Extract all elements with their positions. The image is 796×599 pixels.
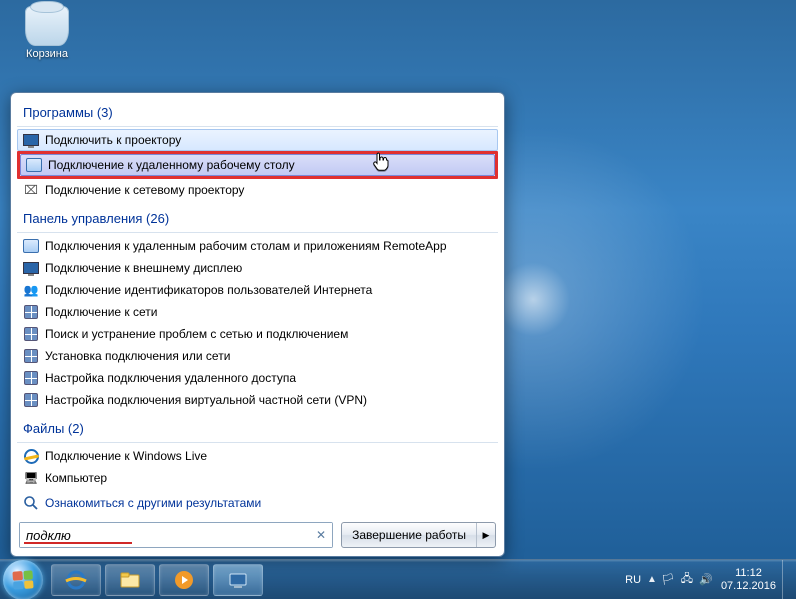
system-tray: RU ▲ 🏳 🖧 🔊 11:12 07.12.2016	[625, 560, 796, 599]
taskbar-app-ie[interactable]	[51, 564, 101, 596]
result-item-dialup[interactable]: Настройка подключения удаленного доступа	[17, 367, 498, 389]
result-item-connect-network[interactable]: Подключение к сети	[17, 301, 498, 323]
result-label: Подключение к удаленному рабочему столу	[48, 158, 295, 172]
external-display-icon	[23, 260, 39, 276]
result-label: Установка подключения или сети	[45, 349, 230, 363]
see-more-label: Ознакомиться с другими результатами	[45, 496, 261, 510]
taskbar-app-wmp[interactable]	[159, 564, 209, 596]
result-item-remoteapp[interactable]: Подключения к удаленным рабочим столам и…	[17, 235, 498, 257]
result-label: Подключение идентификаторов пользователе…	[45, 283, 372, 297]
clock-date: 07.12.2016	[721, 580, 776, 593]
tray-icons-group: 🏳 🖧 🔊	[661, 573, 713, 587]
result-item-computer[interactable]: 🖥 Компьютер	[17, 467, 498, 489]
volume-tray-icon[interactable]: 🔊	[699, 573, 713, 587]
taskbar-app-explorer[interactable]	[105, 564, 155, 596]
result-label: Поиск и устранение проблем с сетью и под…	[45, 327, 348, 341]
group-header-control-panel: Панель управления (26)	[17, 207, 498, 233]
start-menu-panel: Программы (3) Подключить к проектору Под…	[10, 92, 505, 557]
taskbar: RU ▲ 🏳 🖧 🔊 11:12 07.12.2016	[0, 559, 796, 599]
setup-network-icon	[23, 348, 39, 364]
group-header-programs: Программы (3)	[17, 101, 498, 127]
result-item-network-troubleshoot[interactable]: Поиск и устранение проблем с сетью и под…	[17, 323, 498, 345]
vpn-icon	[23, 392, 39, 408]
result-item-remote-desktop[interactable]: Подключение к удаленному рабочему столу	[20, 154, 495, 176]
result-item-network-projector[interactable]: ⌧ Подключение к сетевому проектору	[17, 179, 498, 201]
recycle-bin-icon	[25, 6, 69, 46]
show-desktop-button[interactable]	[782, 560, 792, 599]
network-projector-icon: ⌧	[23, 182, 39, 198]
recycle-bin-desktop-icon[interactable]: Корзина	[16, 6, 78, 60]
start-menu-bottom-bar: ✕ Завершение работы ▶	[15, 516, 500, 552]
shutdown-split-button[interactable]: Завершение работы ▶	[341, 522, 496, 548]
result-label: Подключение к сетевому проектору	[45, 183, 244, 197]
result-item-internet-ids[interactable]: 👥 Подключение идентификаторов пользовате…	[17, 279, 498, 301]
annotation-highlight-box: Подключение к удаленному рабочему столу	[17, 151, 498, 179]
recycle-bin-label: Корзина	[16, 48, 78, 60]
taskbar-app-running[interactable]	[213, 564, 263, 596]
result-item-vpn[interactable]: Настройка подключения виртуальной частно…	[17, 389, 498, 411]
result-label: Настройка подключения удаленного доступа	[45, 371, 296, 385]
annotation-search-underline	[24, 542, 132, 544]
search-icon	[23, 495, 39, 511]
network-tray-icon[interactable]: 🖧	[680, 573, 694, 587]
group-header-files: Файлы (2)	[17, 417, 498, 443]
result-label: Подключения к удаленным рабочим столам и…	[45, 239, 447, 253]
computer-icon: 🖥	[23, 470, 39, 486]
tray-overflow-icon[interactable]: ▲	[647, 574, 657, 585]
clear-search-icon[interactable]: ✕	[316, 528, 326, 542]
ie-icon	[23, 448, 39, 464]
result-label: Компьютер	[45, 471, 107, 485]
network-icon	[23, 304, 39, 320]
result-item-windows-live[interactable]: Подключение к Windows Live	[17, 445, 498, 467]
search-results-area: Программы (3) Подключить к проектору Под…	[15, 97, 500, 516]
dialup-icon	[23, 370, 39, 386]
result-label: Подключение к сети	[45, 305, 157, 319]
remoteapp-icon	[23, 238, 39, 254]
search-box[interactable]: ✕	[19, 522, 333, 548]
shutdown-label: Завершение работы	[352, 528, 466, 542]
language-indicator[interactable]: RU	[625, 574, 641, 586]
result-label: Подключение к Windows Live	[45, 449, 207, 463]
shutdown-button[interactable]: Завершение работы	[342, 523, 477, 547]
clock[interactable]: 11:12 07.12.2016	[721, 567, 776, 592]
projector-icon	[23, 132, 39, 148]
result-item-setup-network[interactable]: Установка подключения или сети	[17, 345, 498, 367]
result-item-external-display[interactable]: Подключение к внешнему дисплею	[17, 257, 498, 279]
shutdown-options-arrow[interactable]: ▶	[477, 523, 495, 547]
network-troubleshoot-icon	[23, 326, 39, 342]
result-label: Подключение к внешнему дисплею	[45, 261, 242, 275]
result-label: Подключить к проектору	[45, 133, 181, 147]
result-item-connect-projector[interactable]: Подключить к проектору	[17, 129, 498, 151]
rdp-icon	[26, 157, 42, 173]
start-button[interactable]	[3, 560, 43, 599]
windows-logo-icon	[12, 570, 33, 589]
users-icon: 👥	[23, 282, 39, 298]
see-more-results-link[interactable]: Ознакомиться с другими результатами	[17, 489, 498, 516]
clock-time: 11:12	[721, 567, 776, 580]
action-center-icon[interactable]: 🏳	[661, 573, 675, 587]
result-label: Настройка подключения виртуальной частно…	[45, 393, 367, 407]
